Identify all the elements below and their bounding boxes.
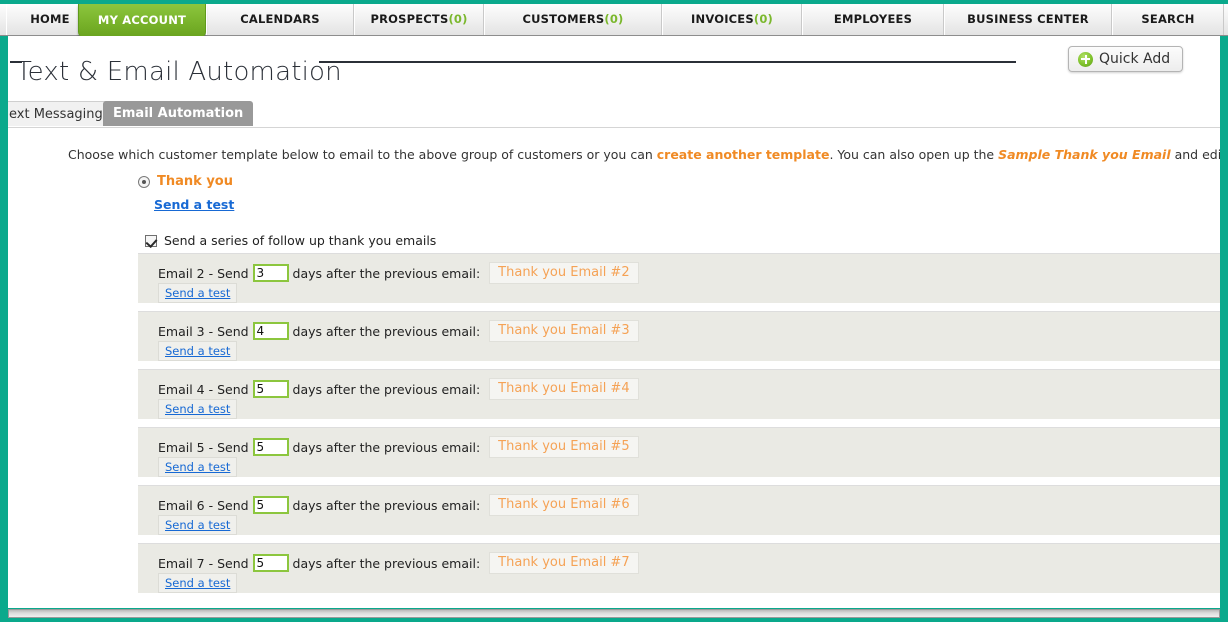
email-row: Email 3 - Send days after the previous em… <box>138 311 1220 361</box>
email-row: Email 6 - Send days after the previous em… <box>138 485 1220 535</box>
nav-item-customers[interactable]: CUSTOMERS(0) <box>484 4 662 35</box>
days-delay-input[interactable] <box>252 438 289 456</box>
nav-item-employees[interactable]: EMPLOYEES <box>802 4 944 35</box>
email-row-prefix: Email 7 - Send <box>158 555 249 571</box>
send-a-test-link[interactable]: Send a test <box>158 283 238 303</box>
tab-bar: ext Messaging Email Automation <box>8 101 1220 128</box>
email-row-suffix: days after the previous email: <box>292 555 481 571</box>
send-a-test-link[interactable]: Send a test <box>154 197 234 212</box>
checkbox-checked-icon[interactable] <box>145 234 157 247</box>
nav-item-label: HOME <box>30 12 70 26</box>
email-row-line: Email 3 - Send days after the previous em… <box>158 320 639 342</box>
template-name-field[interactable]: Thank you Email #3 <box>489 320 639 342</box>
intro-part-3: and edit/use it. <box>1174 146 1220 162</box>
template-name-field[interactable]: Thank you Email #2 <box>489 262 639 284</box>
intro-part-2: . You can also open up the <box>829 146 999 162</box>
email-row: Email 4 - Send days after the previous em… <box>138 369 1220 419</box>
tab-text-messaging[interactable]: ext Messaging <box>8 101 114 126</box>
nav-item-count: (0) <box>448 12 468 26</box>
quick-add-label: Quick Add <box>1099 51 1171 67</box>
email-row-prefix: Email 4 - Send <box>158 381 249 397</box>
days-delay-input[interactable] <box>252 322 289 340</box>
nav-item-count: (0) <box>753 12 773 26</box>
nav-item-search[interactable]: SEARCH <box>1112 4 1224 35</box>
series-checkbox-row[interactable]: Send a series of follow up thank you ema… <box>145 233 436 248</box>
email-row-suffix: days after the previous email: <box>292 323 481 339</box>
email-row-prefix: Email 2 - Send <box>158 265 249 281</box>
tab-underline <box>8 127 1220 128</box>
horizontal-scrollbar[interactable] <box>8 609 1220 618</box>
nav-item-label: SEARCH <box>1141 12 1195 26</box>
days-delay-input[interactable] <box>252 264 289 282</box>
plus-circle-icon <box>1078 51 1093 67</box>
email-row-suffix: days after the previous email: <box>292 497 481 513</box>
days-delay-input[interactable] <box>252 496 289 514</box>
nav-item-label: EMPLOYEES <box>833 12 913 26</box>
template-name-field[interactable]: Thank you Email #7 <box>489 552 639 574</box>
days-delay-input[interactable] <box>252 380 289 398</box>
page-header: Text & Email Automation Quick Add <box>8 36 1220 88</box>
nav-item-business-center[interactable]: BUSINESS CENTER <box>944 4 1112 35</box>
intro-part-1: Choose which customer template below to … <box>68 146 657 162</box>
sample-thank-you-email-link[interactable]: Sample Thank you Email <box>998 147 1171 162</box>
email-row-prefix: Email 6 - Send <box>158 497 249 513</box>
nav-item-label: INVOICES <box>691 12 754 26</box>
template-name-field[interactable]: Thank you Email #6 <box>489 494 639 516</box>
nav-list: HOME MY ACCOUNT CALENDARS PROSPECTS(0) CUSTO… <box>0 4 1228 37</box>
email-series-list: Email 2 - Send days after the previous em… <box>138 253 1220 601</box>
page-content: Text & Email Automation Quick Add ext Me… <box>8 36 1220 608</box>
series-checkbox-label[interactable]: Send a series of follow up thank you ema… <box>164 233 436 248</box>
email-row-line: Email 4 - Send days after the previous em… <box>158 378 639 400</box>
nav-item-label: CUSTOMERS <box>522 12 605 26</box>
email-row-suffix: days after the previous email: <box>292 381 481 397</box>
send-a-test-link[interactable]: Send a test <box>158 341 238 361</box>
nav-item-prospects[interactable]: PROSPECTS(0) <box>354 4 484 35</box>
app-frame: HOME MY ACCOUNT CALENDARS PROSPECTS(0) CUSTO… <box>0 0 1228 622</box>
email-row: Email 7 - Send days after the previous em… <box>138 543 1220 593</box>
send-a-test-link[interactable]: Send a test <box>158 457 238 477</box>
quick-add-button[interactable]: Quick Add <box>1068 46 1184 72</box>
email-row-suffix: days after the previous email: <box>292 439 481 455</box>
email-row-line: Email 7 - Send days after the previous em… <box>158 552 639 574</box>
nav-item-invoices[interactable]: INVOICES(0) <box>662 4 802 35</box>
tab-email-automation[interactable]: Email Automation <box>103 101 254 126</box>
send-a-test-link[interactable]: Send a test <box>158 399 238 419</box>
radio-selected-icon[interactable] <box>138 175 150 188</box>
email-row: Email 5 - Send days after the previous em… <box>138 427 1220 477</box>
email-row-prefix: Email 5 - Send <box>158 439 249 455</box>
days-delay-input[interactable] <box>252 554 289 572</box>
template-radio-label[interactable]: Thank you <box>157 174 233 189</box>
create-another-template-link[interactable]: create another template <box>657 147 830 162</box>
nav-item-label: PROSPECTS <box>370 12 449 26</box>
email-row-suffix: days after the previous email: <box>292 265 481 281</box>
nav-item-label: BUSINESS CENTER <box>967 12 1089 26</box>
email-row-prefix: Email 3 - Send <box>158 323 249 339</box>
template-name-field[interactable]: Thank you Email #4 <box>489 378 639 400</box>
email-row: Email 2 - Send days after the previous em… <box>138 253 1220 303</box>
primary-navigation: HOME MY ACCOUNT CALENDARS PROSPECTS(0) CUSTO… <box>0 0 1228 37</box>
email-row-line: Email 2 - Send days after the previous em… <box>158 262 639 284</box>
nav-item-label: CALENDARS <box>240 12 320 26</box>
title-divider-rule <box>319 61 1016 63</box>
nav-item-calendars[interactable]: CALENDARS <box>206 4 354 35</box>
page-title: Text & Email Automation <box>16 57 342 88</box>
send-a-test-link[interactable]: Send a test <box>158 573 238 593</box>
email-row-line: Email 6 - Send days after the previous em… <box>158 494 639 516</box>
nav-item-count: (0) <box>604 12 624 26</box>
email-row-line: Email 5 - Send days after the previous em… <box>158 436 639 458</box>
send-a-test-link[interactable]: Send a test <box>158 515 238 535</box>
template-name-field[interactable]: Thank you Email #5 <box>489 436 639 458</box>
intro-text: Choose which customer template below to … <box>68 147 1220 162</box>
nav-item-my-account[interactable]: MY ACCOUNT <box>78 4 206 37</box>
template-radio-row[interactable]: Thank you <box>138 174 233 189</box>
nav-item-label: MY ACCOUNT <box>97 13 187 27</box>
